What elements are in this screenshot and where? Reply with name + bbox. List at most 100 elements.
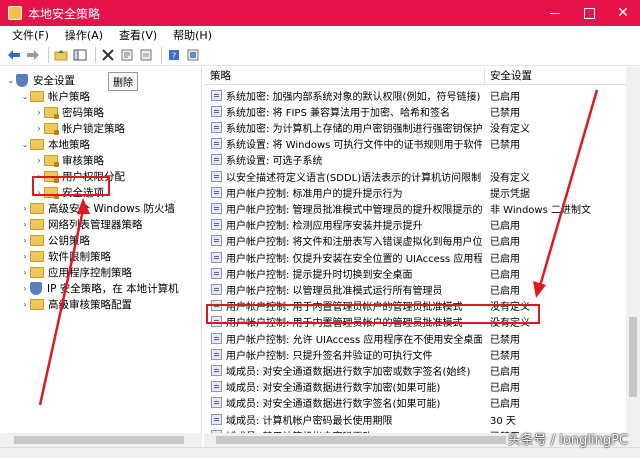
policy-row[interactable]: 用户帐户控制: 允许 UIAccess 应用程序在不使用安全桌面... 已禁用	[204, 330, 626, 346]
policy-row[interactable]: 用户帐户控制: 管理员批准模式中管理员的提升权限提示的... 非 Windows …	[204, 200, 626, 216]
chevron-right-icon[interactable]: ›	[20, 204, 30, 213]
policy-row[interactable]: 用户帐户控制: 提示提升时切换到安全桌面 已启用	[204, 265, 626, 281]
delete-icon[interactable]	[100, 47, 116, 63]
chevron-down-icon[interactable]: ⌄	[20, 92, 30, 101]
tree-item[interactable]: › 帐户锁定策略	[34, 120, 125, 136]
scrollbar-thumb[interactable]	[216, 436, 506, 444]
policy-icon	[211, 267, 222, 279]
policy-icon	[211, 348, 222, 360]
toolbar: ?	[0, 44, 640, 66]
policy-row[interactable]: 用户帐户控制: 以管理员批准模式运行所有管理员 已启用	[204, 281, 626, 297]
tree-item[interactable]: › 网络列表管理器策略	[20, 216, 143, 232]
policy-icon	[211, 121, 222, 133]
chevron-right-icon[interactable]: ›	[20, 220, 30, 229]
policy-name: 系统加密: 将 FIPS 兼容算法用于加密、哈希和签名	[226, 107, 450, 119]
chevron-right-icon[interactable]: ›	[34, 108, 44, 117]
policy-row[interactable]: 系统加密: 加强内部系统对象的默认权限(例如，符号链接) 已启用	[204, 87, 626, 103]
menu-action[interactable]: 操作(A)	[57, 27, 111, 43]
policy-row[interactable]: 域成员: 对安全通道数据进行数字加密(如果可能) 已启用	[204, 379, 626, 395]
tree-item-label: 密码策略	[62, 106, 104, 119]
policy-row[interactable]: 以安全描述符定义语言(SDDL)语法表示的计算机访问限制 没有定义	[204, 168, 626, 184]
help-icon[interactable]: ?	[166, 47, 182, 63]
policy-icon	[211, 283, 222, 295]
chevron-right-icon[interactable]: ›	[20, 284, 30, 293]
tree-horizontal-scrollbar[interactable]	[0, 433, 202, 447]
chevron-right-icon[interactable]: ›	[20, 252, 30, 261]
policy-row[interactable]: 用户帐户控制: 将文件和注册表写入错误虚拟化到每用户位置 已启用	[204, 233, 626, 249]
chevron-down-icon[interactable]: ⌄	[20, 140, 30, 149]
status-bar	[0, 447, 640, 458]
close-button[interactable]: ✕	[606, 0, 640, 26]
policy-row[interactable]: 用户帐户控制: 只提升签名并验证的可执行文件 已禁用	[204, 346, 626, 362]
forward-arrow-icon[interactable]	[25, 47, 41, 63]
policy-setting-value: 没有定义	[490, 172, 530, 184]
policy-row[interactable]: 系统设置: 将 Windows 可执行文件中的证书规则用于软件... 已禁用	[204, 136, 626, 152]
folder-icon	[30, 202, 44, 214]
export-icon[interactable]	[138, 47, 154, 63]
folder-icon	[30, 234, 44, 246]
back-arrow-icon[interactable]	[6, 47, 22, 63]
tree-item-label: 软件限制策略	[48, 250, 111, 263]
help-book-icon[interactable]	[185, 47, 201, 63]
policy-row[interactable]: 域成员: 对安全通道数据进行数字加密或数字签名(始终) 已启用	[204, 362, 626, 378]
tree-item-label: 帐户策略	[48, 90, 90, 103]
delete-tooltip: 删除	[108, 72, 138, 91]
up-folder-icon[interactable]	[53, 47, 69, 63]
policy-setting-value: 提示凭据	[490, 188, 530, 200]
tree-item[interactable]: › IP 安全策略，在 本地计算机	[20, 280, 179, 296]
policy-row[interactable]: 系统加密: 为计算机上存储的用户密钥强制进行强密钥保护 没有定义	[204, 119, 626, 135]
column-header-setting[interactable]: 安全设置	[490, 68, 532, 83]
folder-icon	[30, 298, 44, 310]
chevron-right-icon[interactable]: ›	[20, 236, 30, 245]
minimize-button[interactable]	[538, 0, 572, 26]
properties-icon[interactable]	[119, 47, 135, 63]
policy-row[interactable]: 用户帐户控制: 标准用户的提升提示行为 提示凭据	[204, 184, 626, 200]
highlight-box-admin-approval-mode	[206, 304, 540, 324]
svg-text:?: ?	[172, 51, 176, 60]
tree-item[interactable]: ⌄ 安全设置	[6, 72, 75, 88]
policy-name: 系统设置: 将 Windows 可执行文件中的证书规则用于软件...	[226, 140, 482, 152]
chevron-right-icon[interactable]: ›	[34, 156, 44, 165]
policy-row[interactable]: 域成员: 对安全通道数据进行数字签名(如果可能) 已启用	[204, 395, 626, 411]
menu-view[interactable]: 查看(V)	[111, 27, 165, 43]
tree-item[interactable]: ⌄ 本地策略	[20, 136, 90, 152]
maximize-button[interactable]	[572, 0, 606, 26]
policy-row[interactable]: 用户帐户控制: 仅提升安装在安全位置的 UIAccess 应用程序 已启用	[204, 249, 626, 265]
list-vertical-scrollbar[interactable]	[626, 67, 640, 447]
policy-icon	[211, 364, 222, 376]
toolbar-separator	[161, 46, 162, 63]
tree-item[interactable]: › 高级审核策略配置	[20, 296, 132, 312]
tree-item[interactable]: › 应用程序控制策略	[20, 264, 132, 280]
policy-row[interactable]: 系统加密: 将 FIPS 兼容算法用于加密、哈希和签名 已禁用	[204, 103, 626, 119]
tree-item[interactable]: ⌄ 帐户策略	[20, 88, 90, 104]
policy-icon	[211, 219, 222, 231]
scrollbar-thumb[interactable]	[14, 436, 184, 444]
chevron-right-icon[interactable]: ›	[34, 124, 44, 133]
policy-name: 用户帐户控制: 检测应用程序安装并提示提升	[226, 221, 423, 233]
tree-item[interactable]: › 公钥策略	[20, 232, 90, 248]
column-header-policy[interactable]: 策略	[210, 68, 231, 83]
tree-item[interactable]: › 软件限制策略	[20, 248, 111, 264]
policy-name: 用户帐户控制: 仅提升安装在安全位置的 UIAccess 应用程序	[226, 253, 482, 265]
policy-icon	[211, 170, 222, 182]
policy-row[interactable]: 域成员: 计算机帐户密码最长使用期限 30 天	[204, 411, 626, 427]
chevron-right-icon[interactable]: ›	[20, 300, 30, 309]
policy-row[interactable]: 用户帐户控制: 检测应用程序安装并提示提升 已启用	[204, 217, 626, 233]
list-header: 策略 安全设置	[204, 67, 626, 85]
chevron-down-icon[interactable]: ⌄	[6, 76, 16, 85]
policy-setting-value: 已禁用	[490, 107, 520, 119]
tree-item-label: 本地策略	[48, 138, 90, 151]
policy-icon	[211, 186, 222, 198]
tree-item[interactable]: › 审核策略	[34, 152, 104, 168]
menu-file[interactable]: 文件(F)	[4, 27, 57, 43]
tree-item[interactable]: › 高级安全 Windows 防火墙	[20, 200, 175, 216]
menu-bar: 文件(F) 操作(A) 查看(V) 帮助(H)	[0, 26, 640, 44]
chevron-right-icon[interactable]: ›	[20, 268, 30, 277]
tree-item[interactable]: › 密码策略	[34, 104, 104, 120]
menu-help[interactable]: 帮助(H)	[165, 27, 220, 43]
show-tree-icon[interactable]	[72, 47, 88, 63]
policy-row[interactable]: 系统设置: 可选子系统	[204, 152, 626, 168]
scrollbar-thumb[interactable]	[629, 317, 637, 397]
policy-icon	[211, 332, 222, 344]
column-divider[interactable]	[484, 69, 485, 83]
